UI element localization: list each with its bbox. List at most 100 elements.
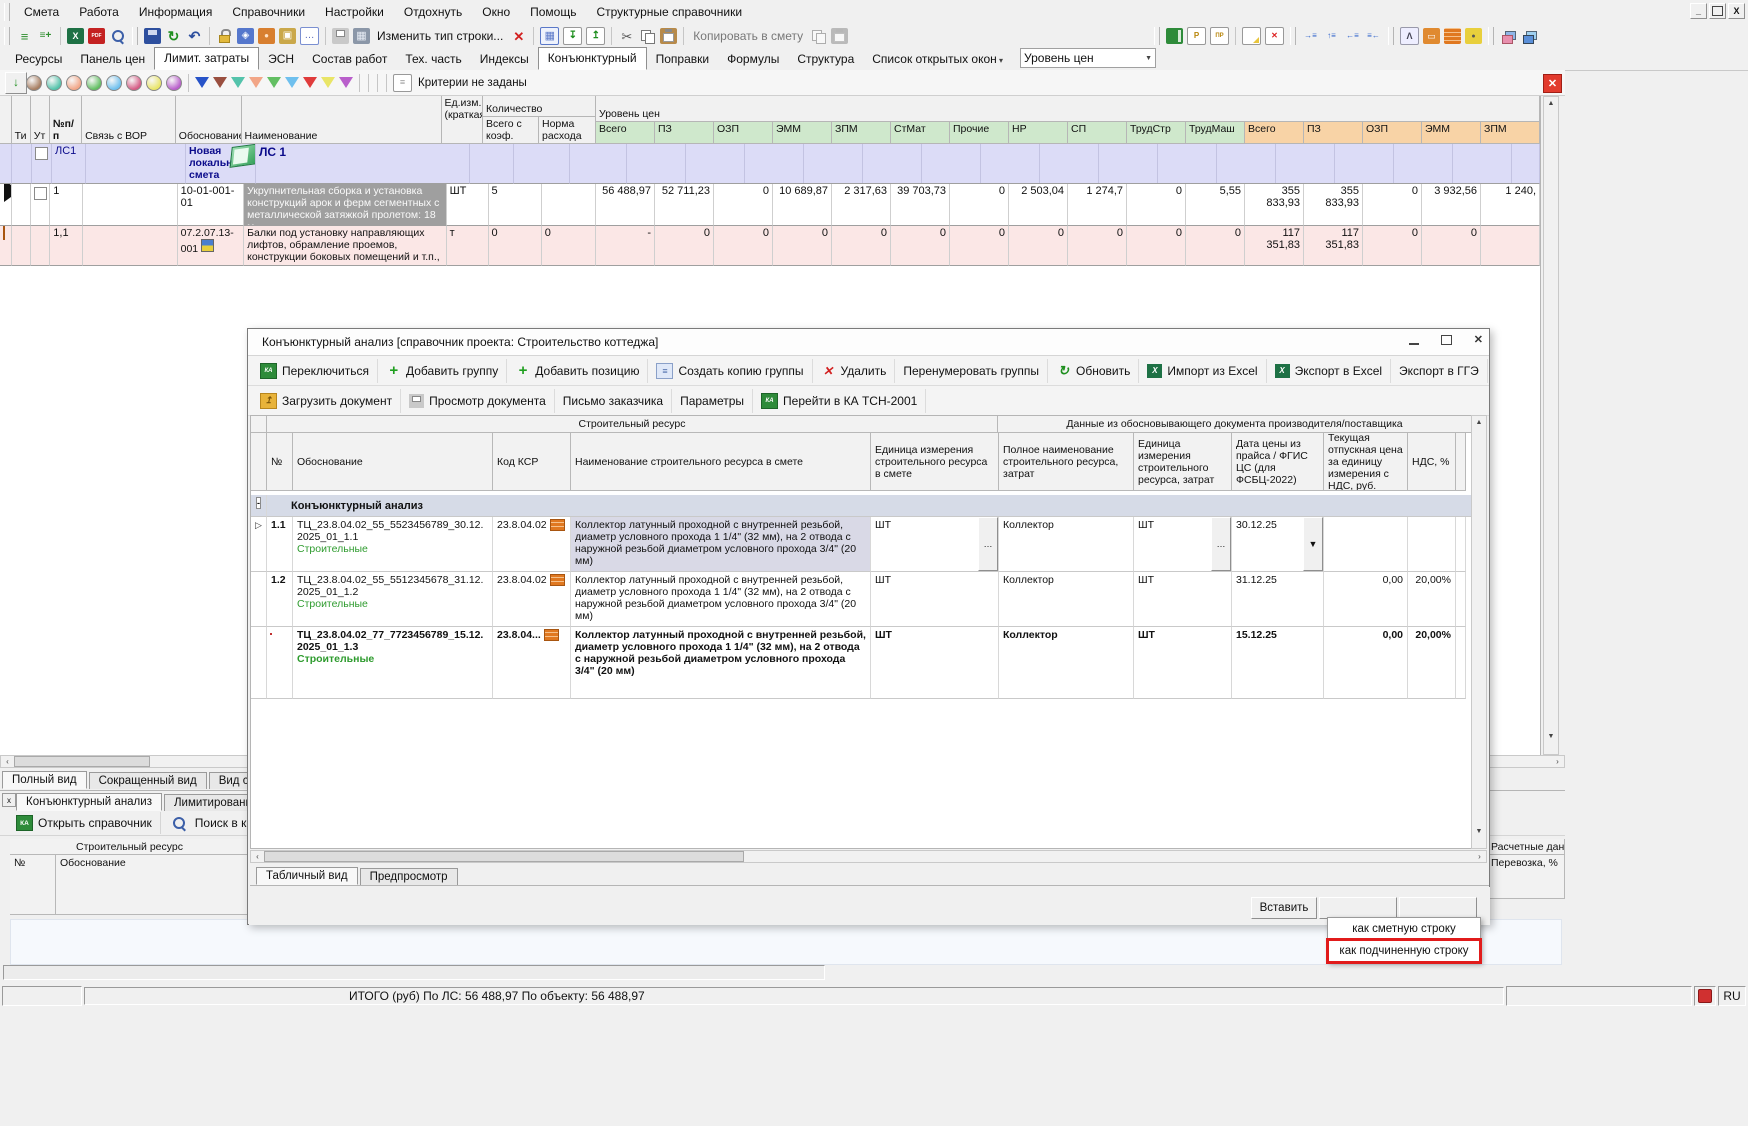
- document-tab[interactable]: Структура: [788, 49, 863, 70]
- scroll-up-icon[interactable]: ▲: [1544, 97, 1558, 110]
- cut-icon[interactable]: [618, 28, 635, 44]
- row-checkbox[interactable]: [35, 147, 48, 160]
- column-header-ut[interactable]: Ут: [31, 96, 50, 144]
- column-header-cost[interactable]: Прочие: [950, 122, 1009, 145]
- ellipsis-button[interactable]: …: [978, 517, 998, 571]
- column-header-cost[interactable]: ТрудСтр: [1127, 122, 1186, 145]
- toolbar-grip[interactable]: [1154, 27, 1160, 45]
- row-name-selected-cell[interactable]: Укрупнительная сборка и установка констр…: [244, 184, 446, 226]
- collapse-group-icon[interactable]: -: [256, 497, 261, 509]
- column-header-base-cost[interactable]: Всего: [1245, 122, 1304, 145]
- footer-button-3[interactable]: [1399, 897, 1477, 919]
- grid-vertical-scrollbar[interactable]: ▲ ▼: [1543, 96, 1559, 755]
- table-icon[interactable]: [540, 27, 559, 45]
- estimate-row-ls1[interactable]: ЛС1 Новая локальная смета ЛС 1: [0, 144, 1540, 184]
- dialog-row-1-3[interactable]: ТЦ_23.8.04.02_77_7723456789_15.12.2025_0…: [251, 627, 1472, 699]
- move-up-level-icon[interactable]: [1323, 28, 1340, 44]
- dialog-toolbar-button[interactable]: Переключиться: [252, 359, 378, 383]
- scroll-right-icon[interactable]: ›: [1551, 756, 1564, 767]
- reference-book-icon[interactable]: [1166, 28, 1183, 44]
- color-filter-icon[interactable]: [285, 77, 299, 88]
- dropdown-button[interactable]: ▼: [1303, 517, 1323, 571]
- color-filter-icon[interactable]: [249, 77, 263, 88]
- dialog-toolbar-button[interactable]: Перейти в КА ТСН-2001: [753, 389, 926, 413]
- toolbar-grip[interactable]: [1388, 27, 1394, 45]
- column-header-vor[interactable]: Связь с ВОР: [82, 96, 176, 144]
- close-filter-button[interactable]: ✕: [1543, 74, 1562, 93]
- column-header-cost[interactable]: ПЗ: [655, 122, 714, 145]
- document-tab[interactable]: Индексы: [471, 49, 538, 70]
- column-header-norm[interactable]: Норма расхода: [539, 117, 596, 144]
- dcolumn-unit[interactable]: Единица измерения строительного ресурса …: [871, 433, 999, 491]
- dcolumn-ksr[interactable]: Код КСР: [493, 433, 571, 491]
- column-header-cost[interactable]: ТрудМаш: [1186, 122, 1245, 145]
- price-level-combobox[interactable]: Уровень цен ▼: [1020, 48, 1156, 68]
- column-header-cost[interactable]: Всего: [596, 122, 655, 145]
- dialog-toolbar-button[interactable]: Экспорт в Excel: [1267, 359, 1391, 383]
- delete-row-icon[interactable]: [510, 28, 527, 44]
- menu-item[interactable]: Информация: [129, 3, 222, 21]
- color-filter-icon[interactable]: [213, 77, 227, 88]
- scroll-down-icon[interactable]: ▼: [1544, 730, 1558, 743]
- column-header-base-cost[interactable]: ЗПМ: [1481, 122, 1540, 145]
- price-document-icon[interactable]: [1187, 27, 1206, 45]
- document-tab[interactable]: Поправки: [647, 49, 718, 70]
- document-tab[interactable]: Конъюнктурный: [538, 47, 647, 70]
- dialog-minimize-button[interactable]: [1409, 335, 1419, 345]
- window-restore-button[interactable]: [1709, 3, 1726, 19]
- search-icon[interactable]: [109, 28, 126, 44]
- tree-view-icon[interactable]: [16, 28, 33, 44]
- save-icon[interactable]: [144, 28, 161, 44]
- indent-right-icon[interactable]: [1302, 28, 1319, 44]
- toolbar-grip[interactable]: [1488, 27, 1494, 45]
- dialog-vertical-scrollbar[interactable]: ▲ ▼: [1471, 415, 1487, 849]
- view-tab[interactable]: Полный вид: [2, 771, 87, 789]
- group-row[interactable]: - Конъюнктурный анализ: [251, 495, 1472, 517]
- open-reference-button[interactable]: КА Открыть справочник: [8, 812, 161, 834]
- export-document-icon[interactable]: [586, 27, 605, 45]
- estimate-row-1[interactable]: 1 10-01-001-01 Укрупнительная сборка и у…: [0, 184, 1540, 226]
- undo-icon[interactable]: [186, 28, 203, 44]
- edit-document-icon[interactable]: [1242, 27, 1261, 45]
- dialog-toolbar-button[interactable]: Перенумеровать группы: [895, 359, 1048, 383]
- excel-export-icon[interactable]: [67, 28, 84, 44]
- document-tab[interactable]: Ресурсы: [6, 49, 71, 70]
- dcolumn-price-date[interactable]: Дата цены из прайса / ФГИС ЦС (для ФСБЦ-…: [1232, 433, 1324, 491]
- menu-item[interactable]: Смета: [14, 3, 69, 21]
- paste-icon[interactable]: [660, 28, 677, 44]
- row-checkbox[interactable]: [34, 187, 47, 200]
- column-header-cost[interactable]: ЗПМ: [832, 122, 891, 145]
- dialog-view-tab[interactable]: Табличный вид: [256, 867, 358, 885]
- machines-icon[interactable]: [1400, 27, 1419, 45]
- close-panel-button[interactable]: x: [2, 793, 16, 807]
- scrollbar-thumb[interactable]: [14, 756, 150, 767]
- color-filter-icon[interactable]: [267, 77, 281, 88]
- panel-column-num[interactable]: №: [10, 855, 56, 915]
- color-marker-icon[interactable]: [146, 75, 162, 91]
- column-header-qty[interactable]: Всего с коэф.: [483, 117, 539, 144]
- document-tab[interactable]: Формулы: [718, 49, 788, 70]
- toolbar-grip[interactable]: [132, 27, 138, 45]
- delete-document-icon[interactable]: [1265, 27, 1284, 45]
- menu-item[interactable]: Отдохнуть: [394, 3, 472, 21]
- dialog-toolbar-button[interactable]: Письмо заказчика: [555, 389, 672, 413]
- color-marker-icon[interactable]: [106, 75, 122, 91]
- move-down-button[interactable]: ↓: [5, 72, 27, 94]
- dialog-toolbar-button[interactable]: Импорт из Excel: [1139, 359, 1266, 383]
- toolbar-grip[interactable]: [4, 3, 10, 21]
- color-filter-icon[interactable]: [321, 77, 335, 88]
- refresh-icon[interactable]: [165, 28, 182, 44]
- truck-icon[interactable]: [1423, 28, 1440, 44]
- column-header-cost[interactable]: НР: [1009, 122, 1068, 145]
- scroll-down-icon[interactable]: ▼: [1472, 825, 1486, 838]
- scroll-up-icon[interactable]: ▲: [1472, 416, 1486, 429]
- color-filter-icon[interactable]: [195, 77, 209, 88]
- car-icon[interactable]: [1465, 28, 1482, 44]
- tree-add-icon[interactable]: [37, 28, 54, 44]
- dialog-toolbar-button[interactable]: Удалить: [813, 359, 896, 383]
- column-group-price-level[interactable]: Уровень цен: [596, 96, 1540, 122]
- column-header-num[interactable]: №п/п: [50, 96, 82, 144]
- dialog-view-tab[interactable]: Предпросмотр: [360, 868, 458, 885]
- dcolumn-vat[interactable]: НДС, %: [1408, 433, 1456, 491]
- change-row-type-button[interactable]: Изменить тип строки...: [372, 28, 508, 44]
